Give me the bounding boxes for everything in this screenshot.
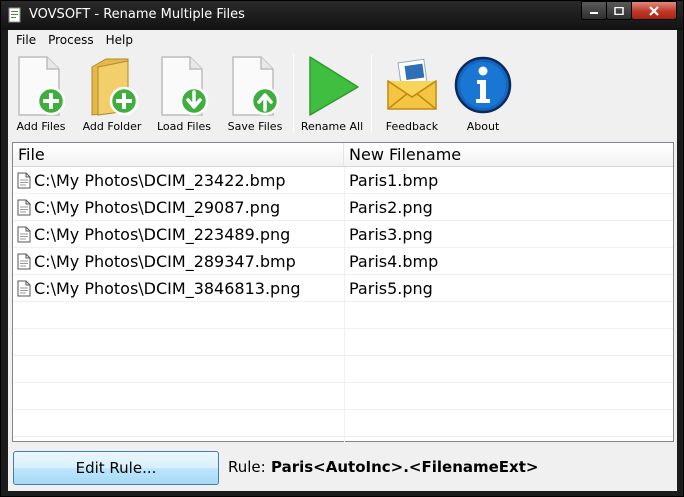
table-row[interactable]: C:\My Photos\DCIM_23422.bmp Paris1.bmp	[13, 167, 673, 194]
table-row[interactable]: C:\My Photos\DCIM_3846813.png Paris5.png	[13, 275, 673, 302]
list-header: File New Filename	[13, 143, 673, 167]
add-file-icon	[18, 56, 66, 116]
file-icon	[17, 253, 31, 270]
empty-row	[13, 302, 673, 329]
new-filename-cell: Paris3.png	[349, 225, 433, 244]
menu-help[interactable]: Help	[100, 33, 139, 47]
envelope-icon	[387, 58, 437, 110]
load-files-button[interactable]: Load Files	[150, 52, 218, 134]
close-icon	[649, 5, 659, 16]
close-button[interactable]	[631, 1, 677, 20]
save-files-label: Save Files	[227, 120, 283, 133]
file-cell: C:\My Photos\DCIM_289347.bmp	[17, 248, 343, 275]
save-files-button[interactable]: Save Files	[222, 52, 288, 134]
app-icon	[8, 7, 21, 23]
table-row[interactable]: C:\My Photos\DCIM_289347.bmp Paris4.bmp	[13, 248, 673, 275]
add-files-label: Add Files	[16, 120, 66, 133]
load-file-icon	[161, 56, 209, 116]
maximize-button[interactable]	[606, 1, 632, 20]
rule-value: Paris<AutoInc>.<FilenameExt>	[271, 458, 539, 476]
add-folder-label: Add Folder	[82, 120, 142, 133]
info-icon	[454, 56, 512, 114]
new-filename-cell: Paris2.png	[349, 198, 433, 217]
menu-file[interactable]: File	[10, 33, 42, 47]
menu-process[interactable]: Process	[42, 33, 100, 47]
play-icon	[309, 56, 359, 116]
rule-label: Rule:	[228, 458, 266, 476]
feedback-label: Feedback	[385, 120, 439, 133]
column-header-new-filename[interactable]: New Filename	[344, 143, 673, 167]
file-cell: C:\My Photos\DCIM_3846813.png	[17, 275, 343, 302]
edit-rule-button[interactable]: Edit Rule...	[13, 451, 219, 485]
rename-all-button[interactable]: Rename All	[298, 52, 366, 134]
feedback-button[interactable]: Feedback	[378, 52, 446, 134]
caption-buttons	[581, 1, 677, 21]
add-files-button[interactable]: Add Files	[8, 52, 74, 134]
add-folder-button[interactable]: Add Folder	[78, 52, 146, 134]
minimize-button[interactable]	[581, 1, 607, 20]
empty-row	[13, 329, 673, 356]
file-path: C:\My Photos\DCIM_29087.png	[34, 198, 281, 217]
app-window: VOVSOFT - Rename Multiple Files File Pro…	[0, 0, 684, 497]
window-title: VOVSOFT - Rename Multiple Files	[29, 7, 245, 22]
minimize-icon	[590, 11, 598, 14]
file-icon	[17, 226, 31, 243]
file-cell: C:\My Photos\DCIM_29087.png	[17, 194, 343, 221]
column-header-file[interactable]: File	[13, 143, 344, 167]
file-path: C:\My Photos\DCIM_289347.bmp	[34, 252, 296, 271]
title-bar[interactable]: VOVSOFT - Rename Multiple Files	[1, 1, 683, 30]
toolbar: Add Files Add Folder Load Files Save Fil…	[8, 50, 677, 136]
file-path: C:\My Photos\DCIM_23422.bmp	[34, 171, 286, 190]
file-icon	[17, 280, 31, 297]
menu-bar: File Process Help	[8, 30, 677, 50]
save-file-icon	[232, 56, 280, 116]
file-cell: C:\My Photos\DCIM_23422.bmp	[17, 167, 343, 194]
load-files-label: Load Files	[156, 120, 212, 133]
file-list[interactable]: File New Filename C:\My Photos\DCIM_2342…	[12, 142, 674, 442]
file-path: C:\My Photos\DCIM_223489.png	[34, 225, 291, 244]
file-icon	[17, 172, 31, 189]
maximize-icon	[614, 6, 624, 15]
new-filename-cell: Paris5.png	[349, 279, 433, 298]
empty-row	[13, 356, 673, 383]
empty-row	[13, 410, 673, 437]
new-filename-cell: Paris4.bmp	[349, 252, 439, 271]
file-icon	[17, 199, 31, 216]
list-rows: C:\My Photos\DCIM_23422.bmp Paris1.bmp C…	[13, 167, 673, 437]
table-row[interactable]: C:\My Photos\DCIM_223489.png Paris3.png	[13, 221, 673, 248]
empty-row	[13, 383, 673, 410]
about-button[interactable]: About	[449, 52, 517, 134]
file-cell: C:\My Photos\DCIM_223489.png	[17, 221, 343, 248]
new-filename-cell: Paris1.bmp	[349, 171, 439, 190]
about-label: About	[466, 120, 500, 133]
rename-all-label: Rename All	[300, 120, 364, 133]
file-path: C:\My Photos\DCIM_3846813.png	[34, 279, 301, 298]
toolbar-separator	[293, 54, 294, 132]
table-row[interactable]: C:\My Photos\DCIM_29087.png Paris2.png	[13, 194, 673, 221]
client-area: File Process Help Add Files Add Folder L…	[8, 30, 677, 491]
toolbar-separator	[371, 54, 372, 132]
add-folder-icon	[91, 58, 139, 116]
